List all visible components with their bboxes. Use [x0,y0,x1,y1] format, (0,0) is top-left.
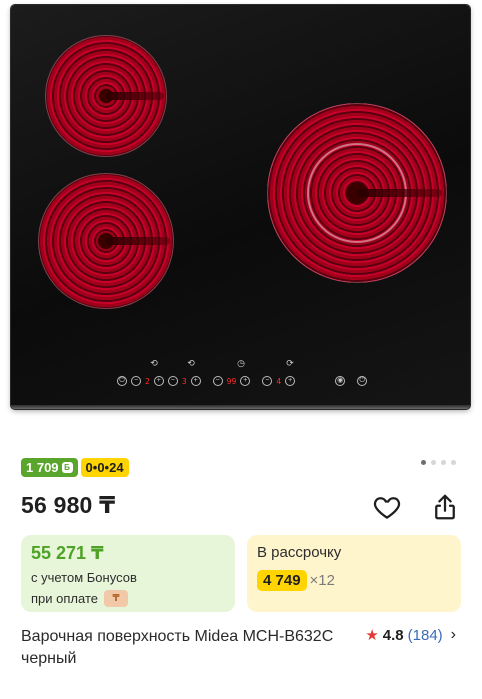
share-button[interactable] [430,492,460,522]
favorite-button[interactable] [372,492,402,522]
bonus-badge: 1 709 Б [21,458,78,477]
gallery-dot[interactable] [431,460,436,465]
share-icon [435,494,455,520]
bonus-amount: 1 709 [26,460,59,475]
zone-display: 4 [276,376,282,386]
heart-icon [373,497,401,519]
timer-icon: ⟳ [286,358,294,368]
clock-icon: ◷ [237,358,245,368]
cooktop-edge [11,405,470,409]
zone-display: 3 [181,376,187,386]
power-icon: ⏻ [117,376,127,386]
installment-row: 4 749 ×12 [257,570,335,591]
chevron-right-icon: › [450,626,456,643]
installment-label: В рассрочку [257,544,342,561]
lock-icon: ◉ [335,376,346,386]
installment-amount: 4 749 [257,570,307,591]
minus-icon: − [262,376,273,386]
minus-icon: − [167,376,178,386]
control-panel: ⟲ ⟲ ◷ ⟳ ⏻ − 2 + − 3 + − 99 + − 4 + ◉ ⏻ [11,358,470,398]
review-count: (184) [407,626,443,644]
bonus-payment-label: при оплате [31,591,98,606]
product-image-gallery[interactable]: ⟲ ⟲ ◷ ⟳ ⏻ − 2 + − 3 + − 99 + − 4 + ◉ ⏻ [0,0,482,428]
gallery-dot[interactable] [441,460,446,465]
plus-icon: + [240,376,251,386]
bonus-currency-icon: Б [61,462,73,473]
minus-icon: − [131,376,141,386]
minus-icon: − [212,376,223,386]
gallery-pagination [421,460,456,465]
timer-icon: ⟲ [150,358,158,368]
timer-display: 99 [226,376,237,386]
product-title: Варочная поверхность Midea MCH-B632C чер… [21,628,334,667]
installment-badge: 0•0•24 [80,458,129,477]
plus-icon: + [285,376,296,386]
product-price: 56 980 ₸ [21,492,116,518]
burner-medium [38,173,174,309]
burner-large [267,103,447,283]
rating-link[interactable]: ★ 4.8 (184) › [365,626,456,644]
rating-value: 4.8 [382,626,404,644]
gallery-dot[interactable] [421,460,426,465]
gallery-dot[interactable] [451,460,456,465]
installment-multiplier: ×12 [309,572,335,589]
bonus-price: 55 271 ₸ [31,543,104,563]
power-icon: ⏻ [357,376,368,386]
zone-display: 2 [145,376,150,386]
bonus-payment-note: при оплате ₸ [31,590,128,607]
promo-badges: 1 709 Б 0•0•24 [21,458,129,477]
burner-small [45,35,167,157]
installment-card[interactable]: В рассрочку 4 749 ×12 [247,535,461,612]
bonus-note: с учетом Бонусов [31,570,137,585]
cooktop-image: ⟲ ⟲ ◷ ⟳ ⏻ − 2 + − 3 + − 99 + − 4 + ◉ ⏻ [11,5,470,409]
plus-icon: + [190,376,201,386]
star-icon: ★ [365,627,379,644]
plus-icon: + [153,376,164,386]
payment-method-icon: ₸ [103,590,128,607]
bonus-price-card[interactable]: 55 271 ₸ с учетом Бонусов при оплате ₸ [21,535,235,612]
timer-icon: ⟲ [187,358,195,368]
price-row: 56 980 ₸ [21,492,462,524]
